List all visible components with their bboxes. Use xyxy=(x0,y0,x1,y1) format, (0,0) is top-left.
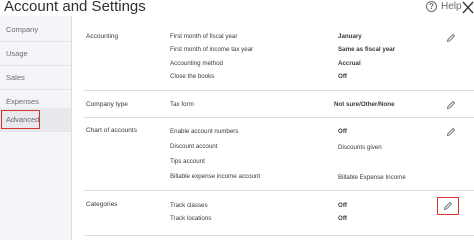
field-close-books: Close the books xyxy=(170,73,215,80)
section-label-categories: Categories xyxy=(86,201,118,208)
value-close-books: Off xyxy=(338,73,347,80)
value-track-locations: Off xyxy=(338,215,347,222)
pencil-icon[interactable] xyxy=(446,127,456,137)
sidebar-item-sales[interactable]: Sales xyxy=(0,66,71,90)
advanced-highlight xyxy=(1,110,40,129)
value-billable-expense-income: Billable Expense Income xyxy=(338,174,406,181)
sidebar-item-company[interactable]: Company xyxy=(0,18,71,42)
pencil-icon[interactable] xyxy=(446,33,456,43)
section-label-accounting: Accounting xyxy=(86,33,119,40)
section-divider xyxy=(84,190,474,191)
page-title: Account and Settings xyxy=(4,0,146,15)
pencil-icon[interactable] xyxy=(443,201,453,211)
field-track-locations: Track locations xyxy=(170,215,212,222)
section-label-company-type: Company type xyxy=(86,101,128,108)
value-first-month-fiscal: January xyxy=(338,33,362,40)
field-accounting-method: Accounting method xyxy=(170,60,223,67)
value-track-classes: Off xyxy=(338,202,347,209)
value-enable-account-numbers: Off xyxy=(338,128,347,135)
field-first-month-fiscal: First month of fiscal year xyxy=(170,33,238,40)
field-tips-account: Tips account xyxy=(170,158,205,165)
field-track-classes: Track classes xyxy=(170,202,208,209)
field-first-month-tax: First month of income tax year xyxy=(170,46,254,53)
section-divider xyxy=(84,117,474,118)
help-icon[interactable]: ? xyxy=(426,1,437,12)
sidebar-item-usage[interactable]: Usage xyxy=(0,42,71,66)
field-tax-form: Tax form xyxy=(170,101,194,108)
help-link[interactable]: Help xyxy=(441,1,462,12)
field-enable-account-numbers: Enable account numbers xyxy=(170,128,239,135)
section-divider xyxy=(84,90,474,91)
field-discount-account: Discount account xyxy=(170,143,218,150)
close-icon[interactable] xyxy=(462,0,474,14)
pencil-icon[interactable] xyxy=(446,100,456,110)
value-accounting-method: Accrual xyxy=(338,60,361,67)
section-divider xyxy=(84,235,474,236)
section-label-chart-of-accounts: Chart of accounts xyxy=(86,127,137,134)
value-tax-form: Not sure/Other/None xyxy=(334,101,395,108)
value-first-month-tax: Same as fiscal year xyxy=(338,46,396,53)
field-billable-expense-income: Billable expense income account xyxy=(170,173,261,180)
value-discount-account: Discounts given xyxy=(338,144,382,151)
